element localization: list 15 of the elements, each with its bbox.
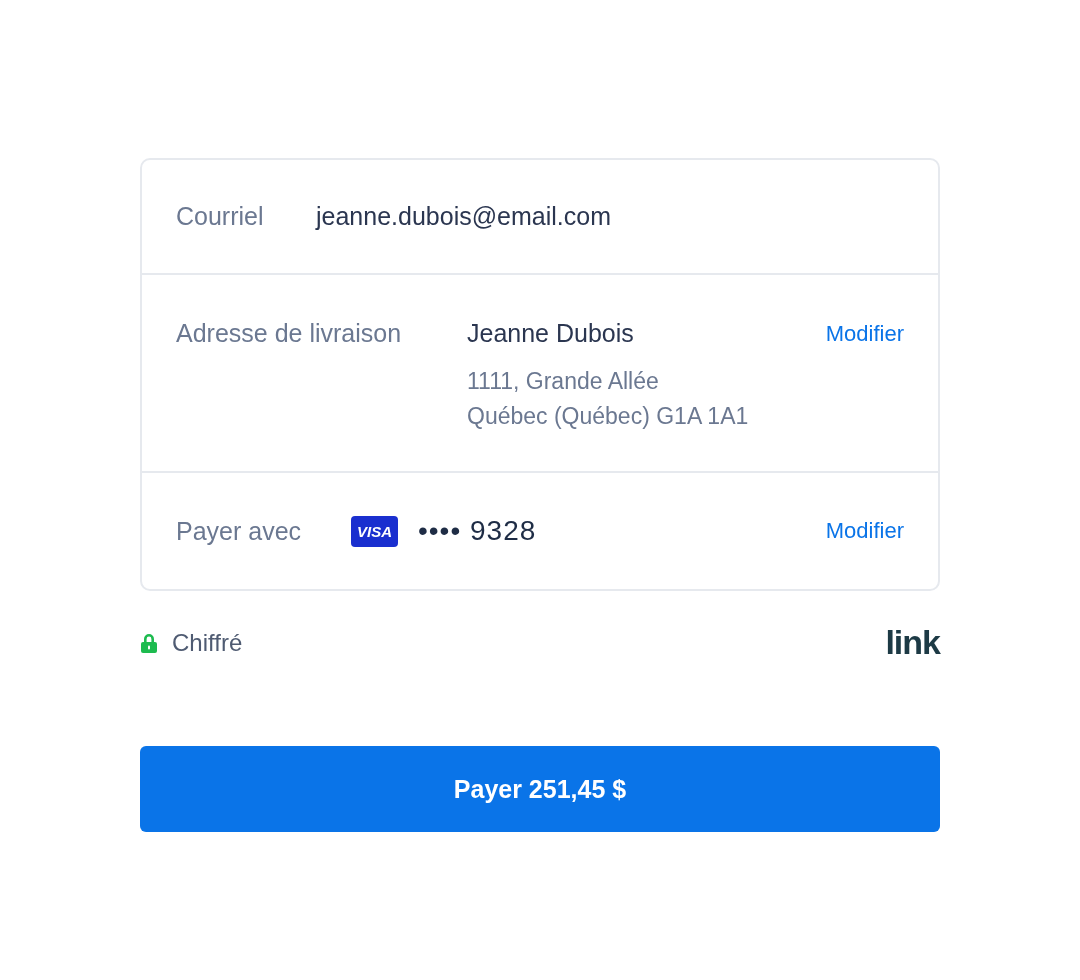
shipping-label: Adresse de livraison — [176, 319, 403, 348]
edit-link[interactable]: Modifier — [825, 518, 904, 544]
email-value: jeanne.dubois@email.com — [316, 202, 611, 231]
payment-label: Payer avec — [176, 516, 303, 546]
encrypted-label: Chiffré — [172, 628, 243, 657]
recipient-name: Jeanne Dubois — [467, 319, 635, 348]
lock-icon — [140, 632, 158, 653]
link-logo: link — [885, 623, 940, 662]
card-brand-badge: VISA — [351, 515, 398, 547]
email-label: Courriel — [176, 202, 265, 231]
edit-link[interactable]: Modifier — [825, 321, 904, 347]
pay-button[interactable]: Payer 251,45 $ — [140, 746, 940, 832]
address-line: 1111, Grande Allée — [467, 368, 660, 395]
card-number: •••• 9328 — [418, 515, 537, 547]
address-line: Québec (Québec) G1A 1A1 — [467, 403, 750, 430]
